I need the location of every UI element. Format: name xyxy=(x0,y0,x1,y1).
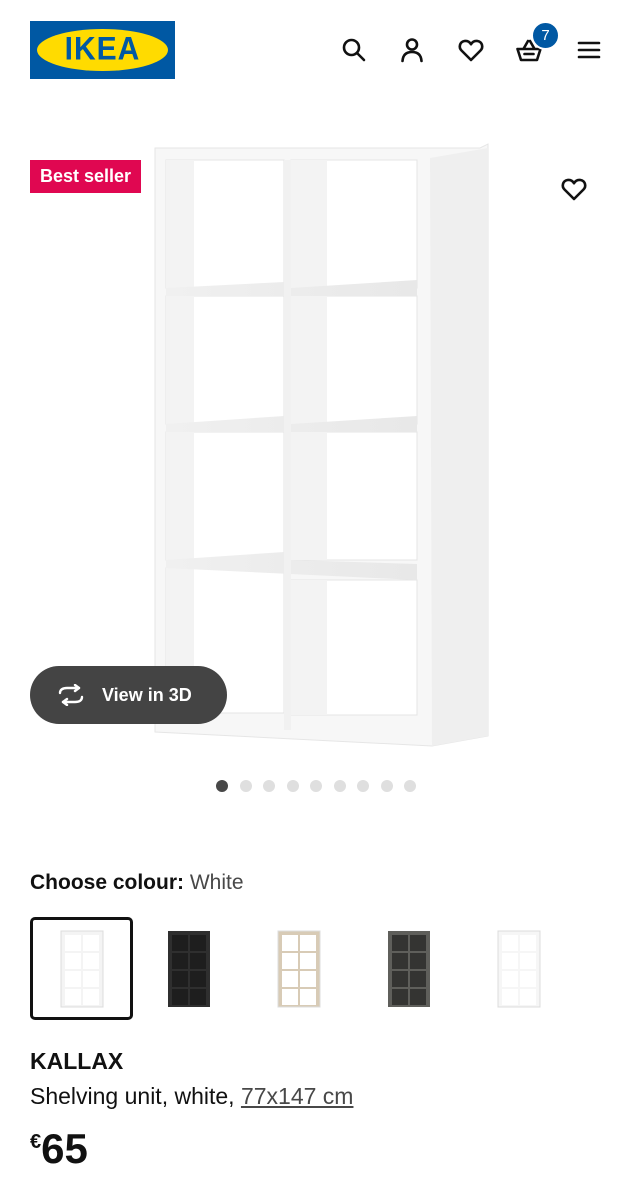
product-description-text: Shelving unit, white, xyxy=(30,1083,241,1109)
carousel-dot[interactable] xyxy=(216,780,228,792)
carousel-dot[interactable] xyxy=(239,780,252,792)
view-in-3d-label: View in 3D xyxy=(102,684,192,705)
product-description: Shelving unit, white, 77x147 cm xyxy=(30,1083,353,1110)
view-in-3d-button[interactable]: View in 3D xyxy=(30,666,227,724)
carousel-dot[interactable] xyxy=(380,780,393,792)
carousel-dot[interactable] xyxy=(404,780,416,792)
swatch-black-brown[interactable] xyxy=(137,917,240,1020)
carousel-dot[interactable] xyxy=(310,780,322,792)
rotate-3d-icon xyxy=(58,684,84,706)
favourite-heart-icon[interactable] xyxy=(555,170,593,208)
product-name: KALLAX xyxy=(30,1048,124,1074)
menu-icon[interactable] xyxy=(571,32,607,68)
price-currency: € xyxy=(30,1131,42,1153)
carousel-dot[interactable] xyxy=(333,780,346,792)
user-icon[interactable] xyxy=(394,32,430,68)
choose-colour-label: Choose colour: White xyxy=(30,871,244,895)
swatch-grey-wood[interactable] xyxy=(357,917,460,1020)
best-seller-badge: Best seller xyxy=(30,160,142,193)
swatch-white[interactable] xyxy=(30,917,133,1020)
cart-count-badge: 7 xyxy=(531,21,560,50)
image-carousel-dots xyxy=(216,780,416,792)
swatch-white-stained-oak[interactable] xyxy=(247,917,350,1020)
product-image[interactable] xyxy=(150,140,490,752)
logo-oval: IKEA xyxy=(37,29,168,71)
swatch-high-gloss-white[interactable] xyxy=(467,917,570,1020)
header: IKEA 7 xyxy=(0,0,634,100)
selected-colour-value: White xyxy=(189,871,244,894)
carousel-dot[interactable] xyxy=(357,780,369,792)
choose-colour-title: Choose colour: xyxy=(30,871,185,894)
ikea-logo[interactable]: IKEA xyxy=(30,21,175,79)
carousel-dot[interactable] xyxy=(286,780,299,792)
heart-icon[interactable] xyxy=(453,32,489,68)
logo-text: IKEA xyxy=(64,31,141,68)
price-amount: 65 xyxy=(41,1125,88,1172)
product-price: €65 xyxy=(30,1125,88,1173)
product-dimensions-link[interactable]: 77x147 cm xyxy=(241,1083,354,1109)
search-icon[interactable] xyxy=(336,32,372,68)
carousel-dot[interactable] xyxy=(263,780,275,792)
